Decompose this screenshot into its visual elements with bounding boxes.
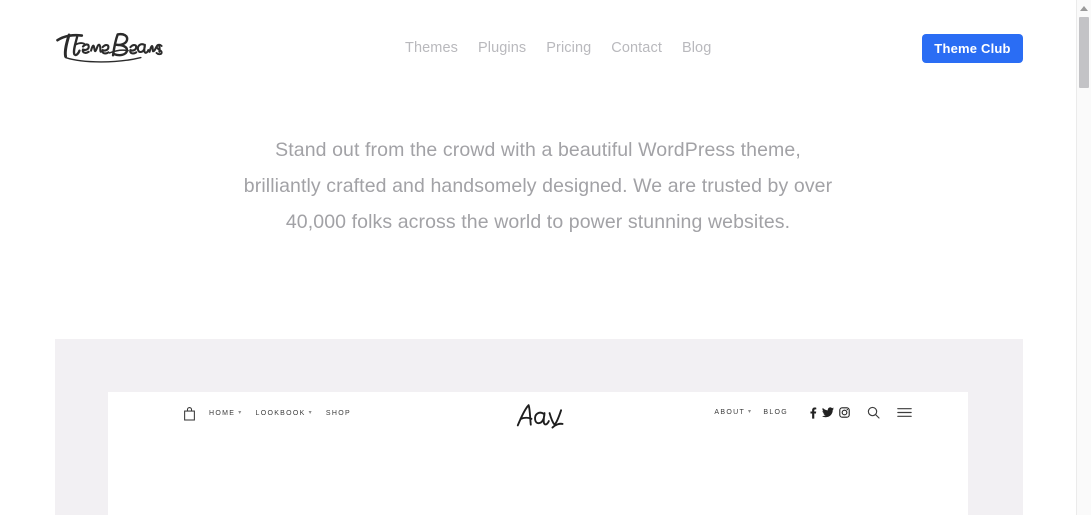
preview-link-about-label: ABOUT	[714, 409, 746, 416]
nav-link-pricing[interactable]: Pricing	[546, 39, 591, 57]
twitter-icon[interactable]	[822, 407, 834, 418]
preview-social-icons	[809, 407, 850, 419]
hamburger-menu-icon[interactable]	[891, 406, 912, 419]
hero-section: Stand out from the crowd with a beautifu…	[0, 132, 1076, 240]
themebeans-logo[interactable]	[54, 26, 164, 66]
nav-link-blog[interactable]: Blog	[682, 39, 711, 57]
preview-navigation-bar: HOME ▾ LOOKBOOK ▾ SHOP ABOUT ▾ BLOG	[108, 392, 968, 460]
handwritten-script-logo	[516, 404, 564, 429]
site-header: Themes Plugins Pricing Contact Blog Them…	[0, 0, 1076, 96]
search-icon[interactable]	[861, 406, 880, 419]
nav-link-contact[interactable]: Contact	[611, 39, 662, 57]
preview-nav-right: ABOUT ▾ BLOG	[714, 406, 912, 419]
preview-link-about[interactable]: ABOUT ▾	[714, 409, 752, 416]
script-wordmark-logo	[56, 32, 163, 63]
nav-link-themes[interactable]: Themes	[405, 39, 458, 57]
preview-link-blog-label: BLOG	[763, 409, 788, 416]
instagram-icon[interactable]	[839, 407, 850, 418]
preview-link-blog[interactable]: BLOG	[763, 409, 788, 416]
hero-paragraph: Stand out from the crowd with a beautifu…	[243, 139, 833, 233]
facebook-icon[interactable]	[809, 407, 817, 419]
ava-logo[interactable]	[512, 400, 564, 437]
page-viewport: Themes Plugins Pricing Contact Blog Them…	[0, 0, 1076, 515]
theme-showcase-panel: HOME ▾ LOOKBOOK ▾ SHOP ABOUT ▾ BLOG	[55, 339, 1023, 515]
triangle-up-icon	[1080, 5, 1088, 11]
theme-preview-frame[interactable]: HOME ▾ LOOKBOOK ▾ SHOP ABOUT ▾ BLOG	[108, 392, 968, 515]
scroll-up-arrow[interactable]	[1077, 0, 1091, 16]
nav-link-plugins[interactable]: Plugins	[478, 39, 526, 57]
chevron-down-icon: ▾	[748, 409, 753, 415]
vertical-scrollbar[interactable]	[1076, 0, 1091, 515]
theme-club-button[interactable]: Theme Club	[922, 34, 1023, 63]
main-navigation: Themes Plugins Pricing Contact Blog	[405, 39, 711, 57]
scrollbar-thumb[interactable]	[1079, 17, 1089, 88]
